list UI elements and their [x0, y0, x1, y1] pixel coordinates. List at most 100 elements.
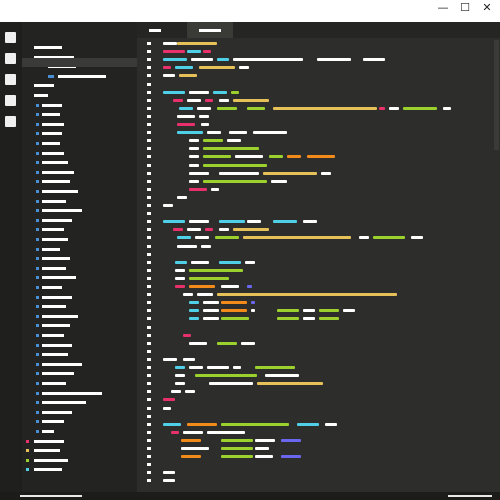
- file-tree-item[interactable]: [42, 372, 74, 376]
- code-token: [229, 131, 247, 135]
- tab-label: [149, 29, 161, 32]
- file-type-icon: [36, 314, 39, 318]
- file-tree-item[interactable]: [42, 218, 72, 222]
- code-token: [203, 155, 231, 159]
- code-token: [187, 98, 201, 102]
- code-token: [239, 66, 249, 70]
- code-token: [163, 74, 175, 78]
- file-tree-item[interactable]: [42, 266, 66, 270]
- file-tree-item[interactable]: [42, 314, 78, 318]
- code-token: [179, 106, 193, 110]
- line-number: [147, 147, 151, 151]
- file-tree-item[interactable]: [42, 113, 60, 117]
- file-tree-item[interactable]: [42, 353, 68, 357]
- code-token: [175, 285, 185, 288]
- code-token: [189, 301, 199, 305]
- code-token: [235, 155, 263, 159]
- selected-file-row[interactable]: [22, 58, 137, 67]
- code-token: [187, 228, 201, 232]
- file-tree-item[interactable]: [42, 391, 102, 395]
- code-token: [389, 106, 399, 110]
- file-tree-item[interactable]: [42, 161, 68, 165]
- search-icon[interactable]: [5, 53, 16, 64]
- extensions-icon[interactable]: [5, 116, 16, 127]
- file-tree-item[interactable]: [42, 401, 86, 405]
- line-number: [147, 106, 151, 110]
- file-type-icon: [36, 286, 39, 289]
- file-tree-item[interactable]: [34, 458, 68, 462]
- file-tree-item[interactable]: [42, 132, 62, 136]
- file-tree-item[interactable]: [42, 103, 62, 107]
- file-tree-item[interactable]: [42, 151, 64, 155]
- code-token: [297, 422, 319, 426]
- file-tree-item[interactable]: [42, 324, 70, 328]
- code-token: [443, 106, 451, 110]
- status-text: [20, 495, 82, 497]
- file-tree-item[interactable]: [42, 382, 66, 385]
- tab-inactive[interactable]: [137, 22, 173, 38]
- file-type-icon: [36, 295, 39, 299]
- debug-icon[interactable]: [5, 95, 16, 106]
- code-token: [203, 301, 219, 305]
- code-token: [243, 236, 351, 240]
- file-tree-item[interactable]: [34, 84, 54, 88]
- code-token: [163, 42, 177, 45]
- file-tree-item[interactable]: [42, 247, 60, 251]
- line-number: [147, 42, 151, 45]
- file-tree-item[interactable]: [34, 439, 64, 443]
- file-tree-item[interactable]: [42, 180, 70, 184]
- source-control-icon[interactable]: [5, 74, 16, 85]
- file-tree-item[interactable]: [42, 257, 70, 261]
- file-tree-item[interactable]: [34, 46, 62, 49]
- file-tree-item[interactable]: [42, 276, 76, 280]
- file-tree-item[interactable]: [34, 468, 62, 472]
- file-tree-item[interactable]: [42, 420, 64, 424]
- code-token: [203, 139, 223, 143]
- file-tree-item[interactable]: [42, 190, 78, 193]
- file-tree-item[interactable]: [42, 343, 72, 347]
- line-number: [147, 82, 151, 86]
- code-token: [263, 171, 317, 175]
- file-tree-item[interactable]: [48, 74, 54, 78]
- code-editor[interactable]: [137, 38, 500, 492]
- editor-scrollbar[interactable]: [494, 40, 499, 150]
- line-number: [147, 58, 151, 62]
- code-token: [251, 309, 255, 313]
- file-tree-item[interactable]: [42, 410, 72, 414]
- file-tree-item[interactable]: [42, 305, 66, 309]
- file-explorer-sidebar: [22, 22, 137, 492]
- tab-active[interactable]: [187, 22, 233, 38]
- code-token: [189, 139, 199, 143]
- code-token: [221, 438, 253, 442]
- file-tree-item[interactable]: [34, 94, 48, 97]
- code-token: [173, 228, 183, 232]
- file-tree-item[interactable]: [42, 430, 54, 433]
- file-tree-item[interactable]: [42, 362, 82, 366]
- close-button[interactable]: ✕: [474, 0, 500, 16]
- line-number: [147, 398, 151, 402]
- line-number: [147, 212, 151, 216]
- file-tree-item[interactable]: [42, 122, 64, 126]
- code-token: [163, 66, 171, 70]
- file-tree-item[interactable]: [42, 295, 72, 299]
- line-number: [147, 455, 151, 459]
- file-tree-item[interactable]: [34, 449, 60, 453]
- line-number: [147, 390, 151, 394]
- code-token: [201, 244, 211, 248]
- file-tree-item[interactable]: [42, 170, 74, 174]
- file-type-icon: [36, 343, 39, 347]
- line-number: [147, 301, 151, 305]
- code-token: [175, 268, 185, 272]
- file-tree-item[interactable]: [42, 209, 82, 213]
- code-token: [187, 422, 217, 426]
- file-tree-item[interactable]: [42, 142, 60, 145]
- files-icon[interactable]: [5, 32, 16, 43]
- line-number: [147, 204, 151, 207]
- code-token: [163, 58, 187, 62]
- file-tree-item[interactable]: [42, 199, 66, 203]
- file-tree-item[interactable]: [42, 238, 68, 241]
- file-tree-item[interactable]: [42, 334, 64, 337]
- code-token: [221, 455, 253, 459]
- file-tree-item[interactable]: [42, 286, 62, 289]
- file-tree-item[interactable]: [42, 228, 64, 232]
